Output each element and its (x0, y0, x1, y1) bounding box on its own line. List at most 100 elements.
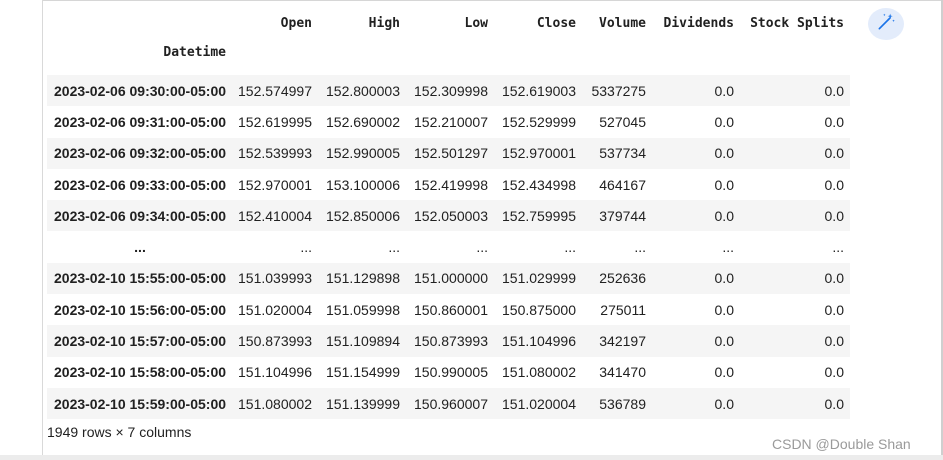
cell-low: 152.210007 (414, 113, 488, 130)
cell-volume: 275011 (600, 301, 646, 318)
cell-stock-splits: 0.0 (824, 270, 844, 287)
cell-high: 152.990005 (326, 145, 400, 162)
cell-dividends: 0.0 (714, 395, 734, 412)
empty-header-cell (318, 41, 406, 75)
cell-volume: 464167 (599, 176, 646, 193)
cell-ellipsis: ... (634, 239, 646, 256)
cell-open: 151.104996 (238, 364, 312, 381)
row-index: 2023-02-06 09:31:00-05:00 (54, 113, 227, 130)
table-row: 2023-02-06 09:30:00-05:00 152.574997 152… (47, 75, 850, 107)
cell-low: 151.000000 (414, 270, 488, 287)
cell-dividends: 0.0 (714, 333, 734, 350)
cell-volume: 527045 (599, 113, 646, 130)
cell-ellipsis: ... (476, 239, 488, 256)
magic-wand-button[interactable] (868, 8, 904, 40)
cell-stock-splits: 0.0 (824, 364, 844, 381)
row-index-ellipsis: ... (134, 239, 146, 256)
cell-high: 151.154999 (326, 364, 400, 381)
cell-volume: 341470 (599, 364, 646, 381)
table-row: 2023-02-06 09:32:00-05:00 152.539993 152… (47, 137, 850, 169)
index-name-header: Datetime (163, 45, 227, 60)
cell-ellipsis: ... (388, 239, 400, 256)
cell-dividends: 0.0 (714, 207, 734, 224)
cell-close: 152.619003 (502, 82, 576, 99)
cell-close: 152.759995 (502, 207, 576, 224)
cell-dividends: 0.0 (714, 113, 734, 130)
cell-high: 152.850006 (326, 207, 400, 224)
output-frame-bottom-border (0, 455, 943, 460)
row-index: 2023-02-06 09:30:00-05:00 (54, 82, 227, 99)
cell-volume: 536789 (599, 395, 646, 412)
cell-stock-splits: 0.0 (824, 176, 844, 193)
cell-stock-splits: 0.0 (824, 113, 844, 130)
column-header-dividends: Dividends (663, 16, 734, 31)
empty-header-cell (494, 41, 582, 75)
cell-volume: 342197 (599, 333, 646, 350)
cell-stock-splits: 0.0 (824, 301, 844, 318)
cell-open: 152.574997 (238, 82, 312, 99)
cell-low: 150.860001 (414, 301, 488, 318)
column-header-row: Open High Low Close Volume Dividends Sto… (47, 6, 850, 41)
output-frame-top-border (42, 0, 943, 1)
column-header-low: Low (464, 16, 488, 31)
cell-low: 150.960007 (414, 395, 488, 412)
cell-close: 151.029999 (502, 270, 576, 287)
empty-header-cell (652, 41, 740, 75)
cell-dividends: 0.0 (714, 82, 734, 99)
cell-open: 151.020004 (238, 301, 312, 318)
row-index: 2023-02-10 15:56:00-05:00 (54, 301, 227, 318)
row-index: 2023-02-06 09:32:00-05:00 (54, 145, 227, 162)
magic-wand-icon (876, 12, 896, 37)
cell-low: 152.309998 (414, 82, 488, 99)
table-row: 2023-02-06 09:34:00-05:00 152.410004 152… (47, 200, 850, 232)
table-row: 2023-02-10 15:58:00-05:00 151.104996 151… (47, 357, 850, 388)
cell-stock-splits: 0.0 (824, 145, 844, 162)
cell-ellipsis: ... (564, 239, 576, 256)
empty-header-cell (740, 41, 850, 75)
cell-dividends: 0.0 (714, 145, 734, 162)
cell-close: 152.529999 (502, 113, 576, 130)
table-row: 2023-02-10 15:56:00-05:00 151.020004 151… (47, 294, 850, 325)
dataframe-output: Open High Low Close Volume Dividends Sto… (47, 6, 850, 420)
cell-volume: 252636 (599, 270, 646, 287)
cell-stock-splits: 0.0 (824, 333, 844, 350)
cell-close: 151.104996 (502, 333, 576, 350)
ellipsis-row: ... ... ... ... ... ... ... ... (47, 231, 850, 263)
cell-open: 152.539993 (238, 145, 312, 162)
dataframe-table: Open High Low Close Volume Dividends Sto… (47, 6, 850, 420)
cell-high: 151.059998 (326, 301, 400, 318)
watermark-text: CSDN @Double Shan (772, 436, 911, 452)
column-header-volume: Volume (599, 16, 646, 31)
cell-close: 150.875000 (502, 301, 576, 318)
output-frame-left-border (42, 0, 43, 455)
row-index: 2023-02-06 09:34:00-05:00 (54, 207, 227, 224)
table-row: 2023-02-06 09:31:00-05:00 152.619995 152… (47, 106, 850, 137)
cell-open: 152.619995 (238, 113, 312, 130)
cell-close: 151.080002 (502, 364, 576, 381)
cell-low: 150.990005 (414, 364, 488, 381)
cell-close: 151.020004 (502, 395, 576, 412)
cell-open: 151.080002 (238, 395, 312, 412)
cell-dividends: 0.0 (714, 270, 734, 287)
cell-open: 150.873993 (238, 333, 312, 350)
table-row: 2023-02-06 09:33:00-05:00 152.970001 153… (47, 169, 850, 200)
index-name-row: Datetime (47, 41, 850, 75)
cell-close: 152.434998 (502, 176, 576, 193)
cell-dividends: 0.0 (714, 364, 734, 381)
cell-high: 151.109894 (326, 333, 400, 350)
cell-ellipsis: ... (300, 239, 312, 256)
cell-volume: 379744 (599, 207, 646, 224)
cell-volume: 5337275 (591, 82, 646, 99)
row-index: 2023-02-06 09:33:00-05:00 (54, 176, 227, 193)
table-row: 2023-02-10 15:57:00-05:00 150.873993 151… (47, 325, 850, 357)
cell-ellipsis: ... (832, 239, 844, 256)
corner-header (47, 6, 232, 41)
row-index: 2023-02-10 15:59:00-05:00 (54, 395, 227, 412)
cell-open: 152.970001 (238, 176, 312, 193)
cell-low: 152.419998 (414, 176, 488, 193)
column-header-close: Close (536, 16, 576, 31)
cell-stock-splits: 0.0 (824, 207, 844, 224)
cell-high: 152.800003 (326, 82, 400, 99)
column-header-open: Open (280, 16, 312, 31)
empty-header-cell (406, 41, 494, 75)
